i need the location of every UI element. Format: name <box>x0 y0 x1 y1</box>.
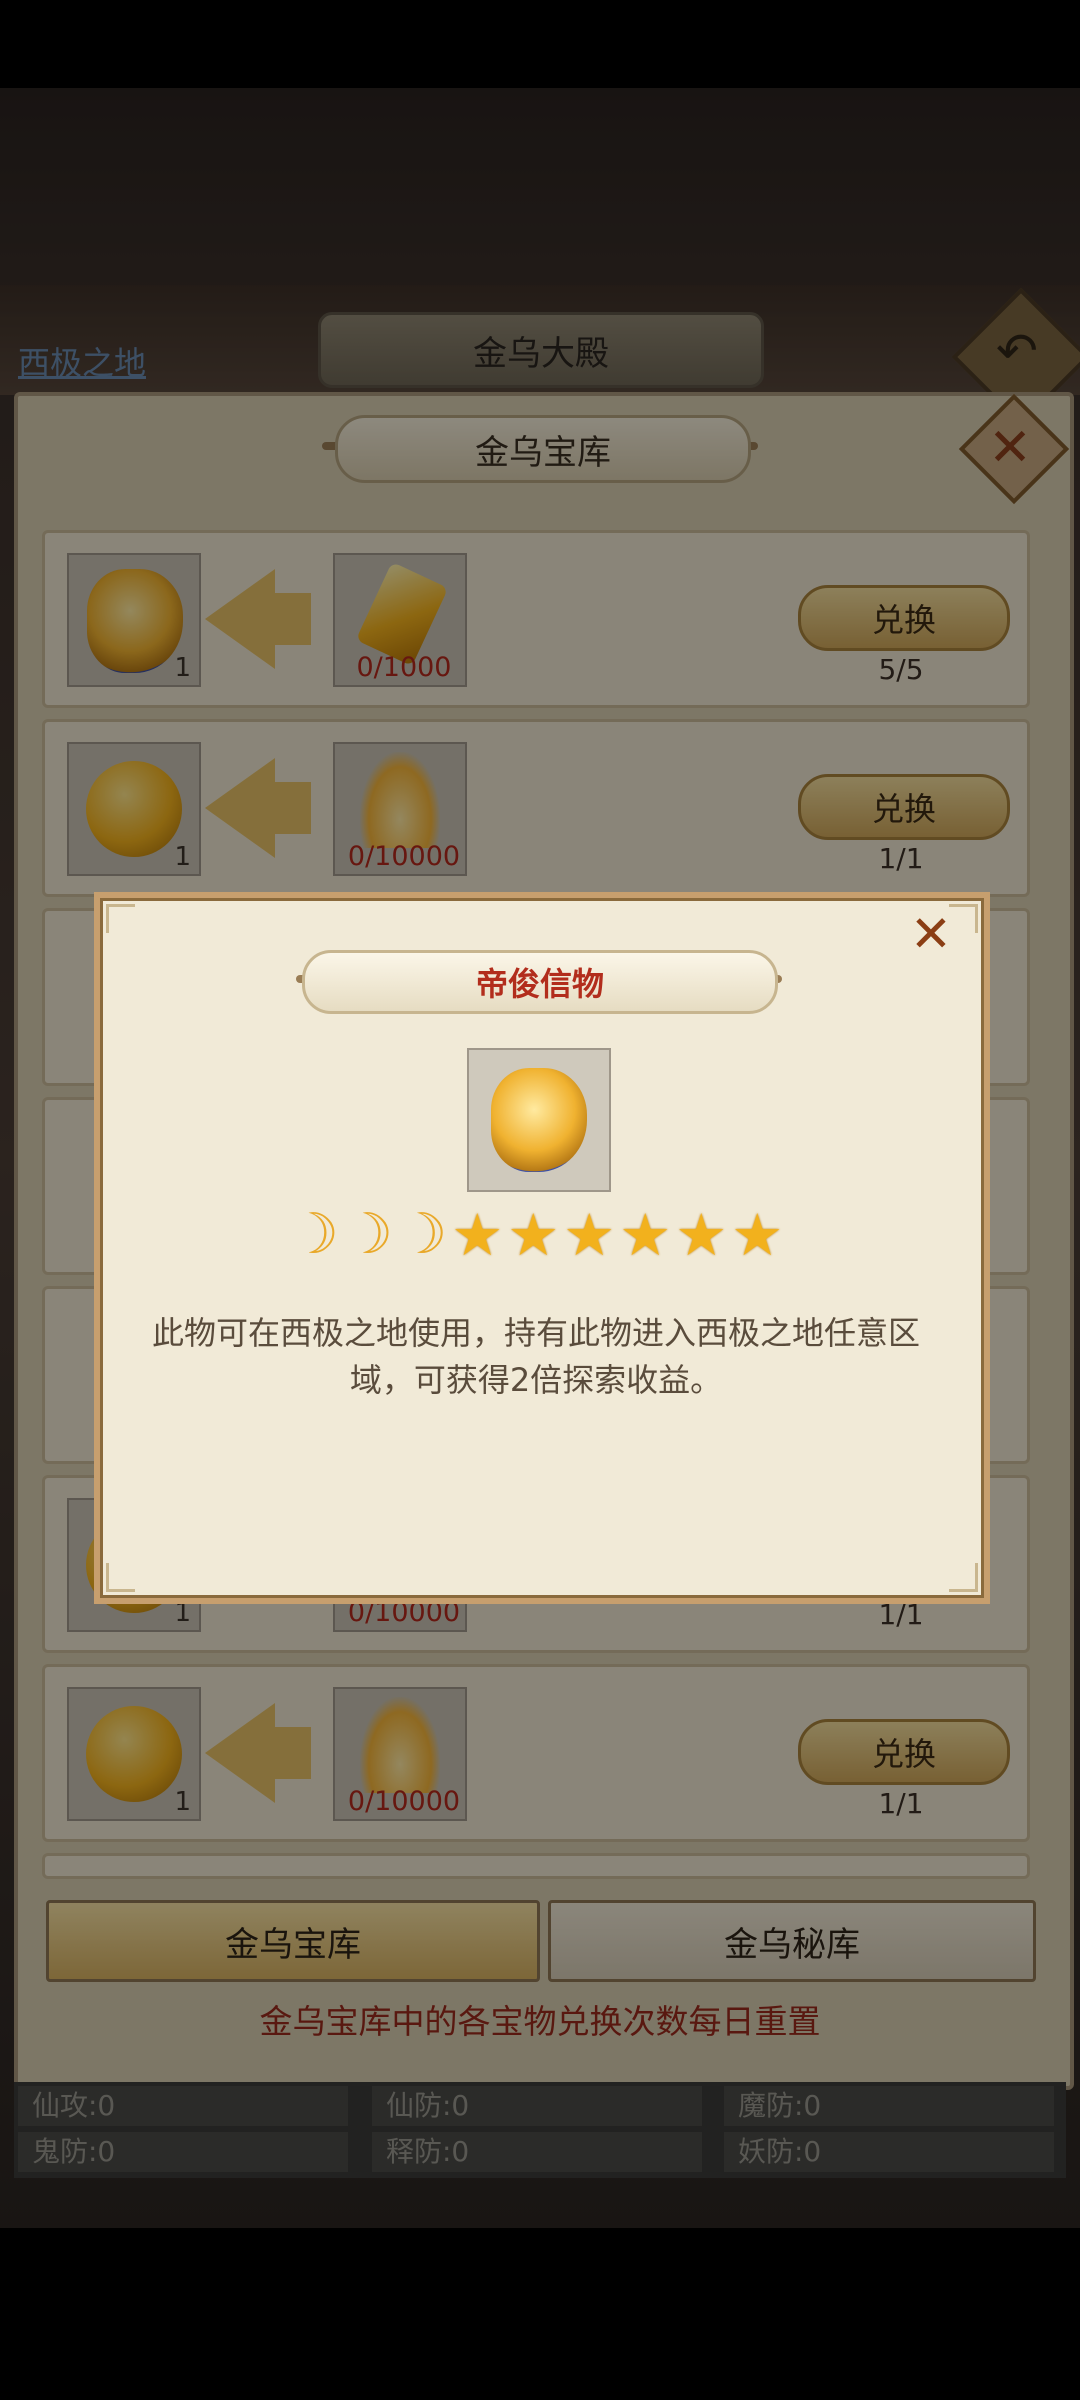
item-image <box>467 1048 611 1192</box>
token-icon <box>491 1068 587 1172</box>
item-rating: ☽ ☽ ☽ ★ ★ ★ ★ ★ ★ <box>94 1200 978 1270</box>
star-icon: ★ <box>451 1201 504 1269</box>
crescent-moon-icon: ☽ <box>342 1202 394 1267</box>
item-description: 此物可在西极之地使用，持有此物进入西极之地任意区域，可获得2倍探索收益。 <box>151 1314 920 1399</box>
star-icon: ★ <box>619 1201 672 1269</box>
corner-ornament <box>106 904 135 933</box>
star-icon: ★ <box>563 1201 616 1269</box>
crescent-moon-icon: ☽ <box>288 1202 339 1267</box>
modal-title: 帝俊信物 <box>302 950 778 1014</box>
crescent-moon-icon: ☽ <box>397 1202 448 1267</box>
corner-ornament <box>949 1563 978 1592</box>
star-icon: ★ <box>507 1201 560 1269</box>
close-icon[interactable]: ✕ <box>905 905 957 963</box>
star-icon: ★ <box>731 1201 784 1269</box>
star-icon: ★ <box>675 1201 728 1269</box>
corner-ornament <box>106 1563 135 1592</box>
